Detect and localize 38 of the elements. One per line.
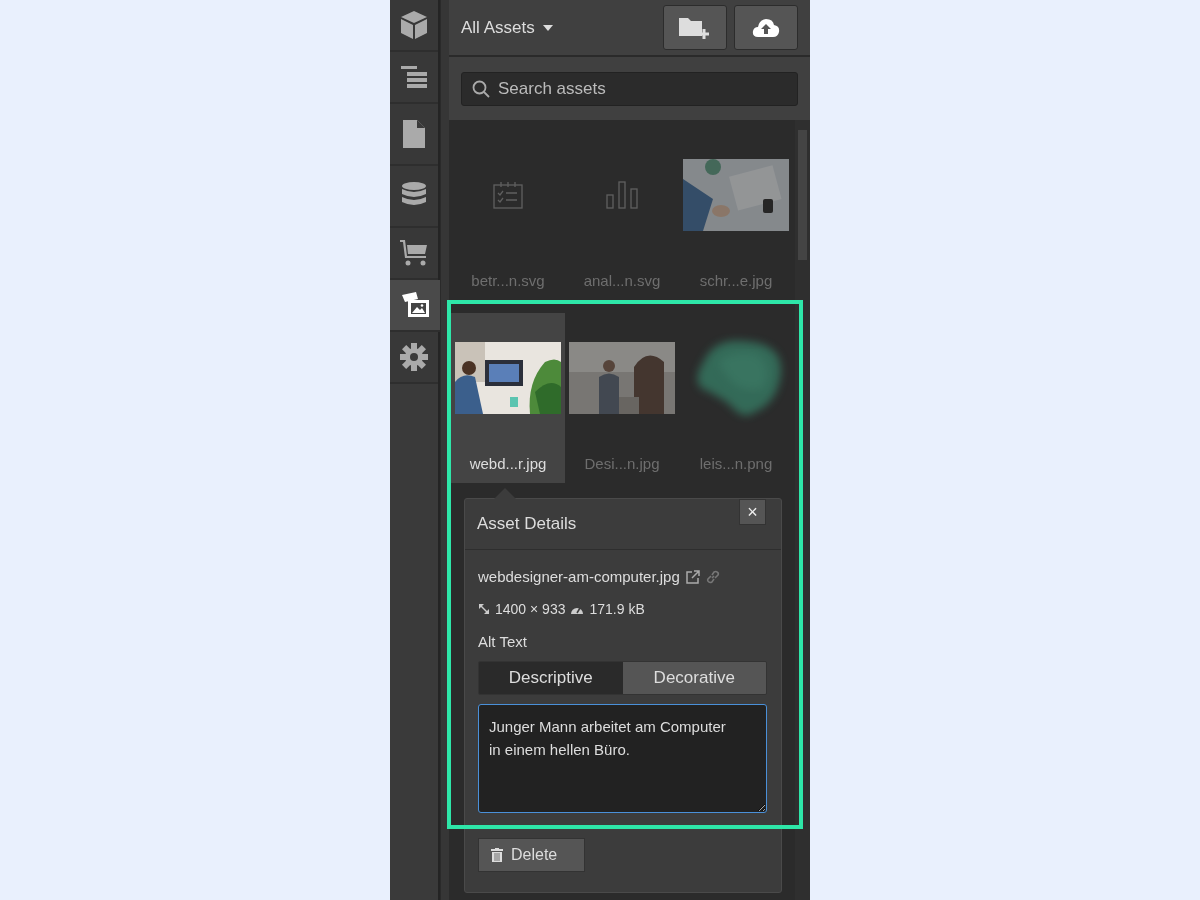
file-size: 171.9 kB (589, 601, 645, 617)
search-field[interactable]: Search assets (461, 71, 798, 106)
layers-icon (399, 65, 429, 89)
asset-tile[interactable]: webd...r.jpg (451, 313, 565, 483)
images-icon (400, 291, 430, 319)
bar-chart-icon (606, 181, 638, 209)
page-icon (402, 119, 426, 149)
settings-icon (399, 342, 429, 372)
asset-name: webd...r.jpg (468, 453, 548, 474)
folder-plus-icon (678, 15, 712, 40)
image-dimensions: 1400 × 933 (495, 601, 566, 617)
assets-filter[interactable]: All Assets (461, 17, 535, 38)
alt-text-field[interactable]: Junger Mann arbeitet am Computer in einem hellen Büro. (478, 704, 767, 813)
caret-icon (542, 24, 553, 31)
calendar-checklist-icon (493, 181, 523, 209)
external-link-icon[interactable] (685, 569, 700, 584)
asset-name: leis...n.png (698, 453, 774, 474)
asset-name: betr...n.svg (470, 270, 546, 291)
asset-name: Desi...n.jpg (583, 453, 661, 474)
link-icon[interactable] (705, 569, 720, 584)
cart-icon (399, 238, 429, 268)
delete-button[interactable]: Delete (478, 838, 585, 872)
alt-mode-tab[interactable]: Descriptive (479, 662, 623, 694)
popover-title: Asset Details (477, 514, 577, 534)
upload-button[interactable] (734, 5, 798, 50)
trash-icon (491, 848, 503, 862)
asset-name: anal...n.svg (582, 270, 662, 291)
resize-arrow-icon (478, 603, 490, 615)
asset-tile[interactable]: betr...n.svg (451, 130, 565, 300)
new-folder-button[interactable] (663, 5, 727, 50)
asset-name: schr...e.jpg (698, 270, 774, 291)
sidebar-tab[interactable] (390, 280, 440, 332)
file-name: webdesigner-am-computer.jpg (478, 568, 680, 585)
alt-mode-tab[interactable]: Decorative (622, 662, 766, 694)
alt-text-label: Alt Text (478, 633, 528, 650)
cloud-upload-icon (752, 17, 780, 38)
close-button[interactable]: × (739, 499, 766, 525)
cube-icon (400, 10, 428, 40)
